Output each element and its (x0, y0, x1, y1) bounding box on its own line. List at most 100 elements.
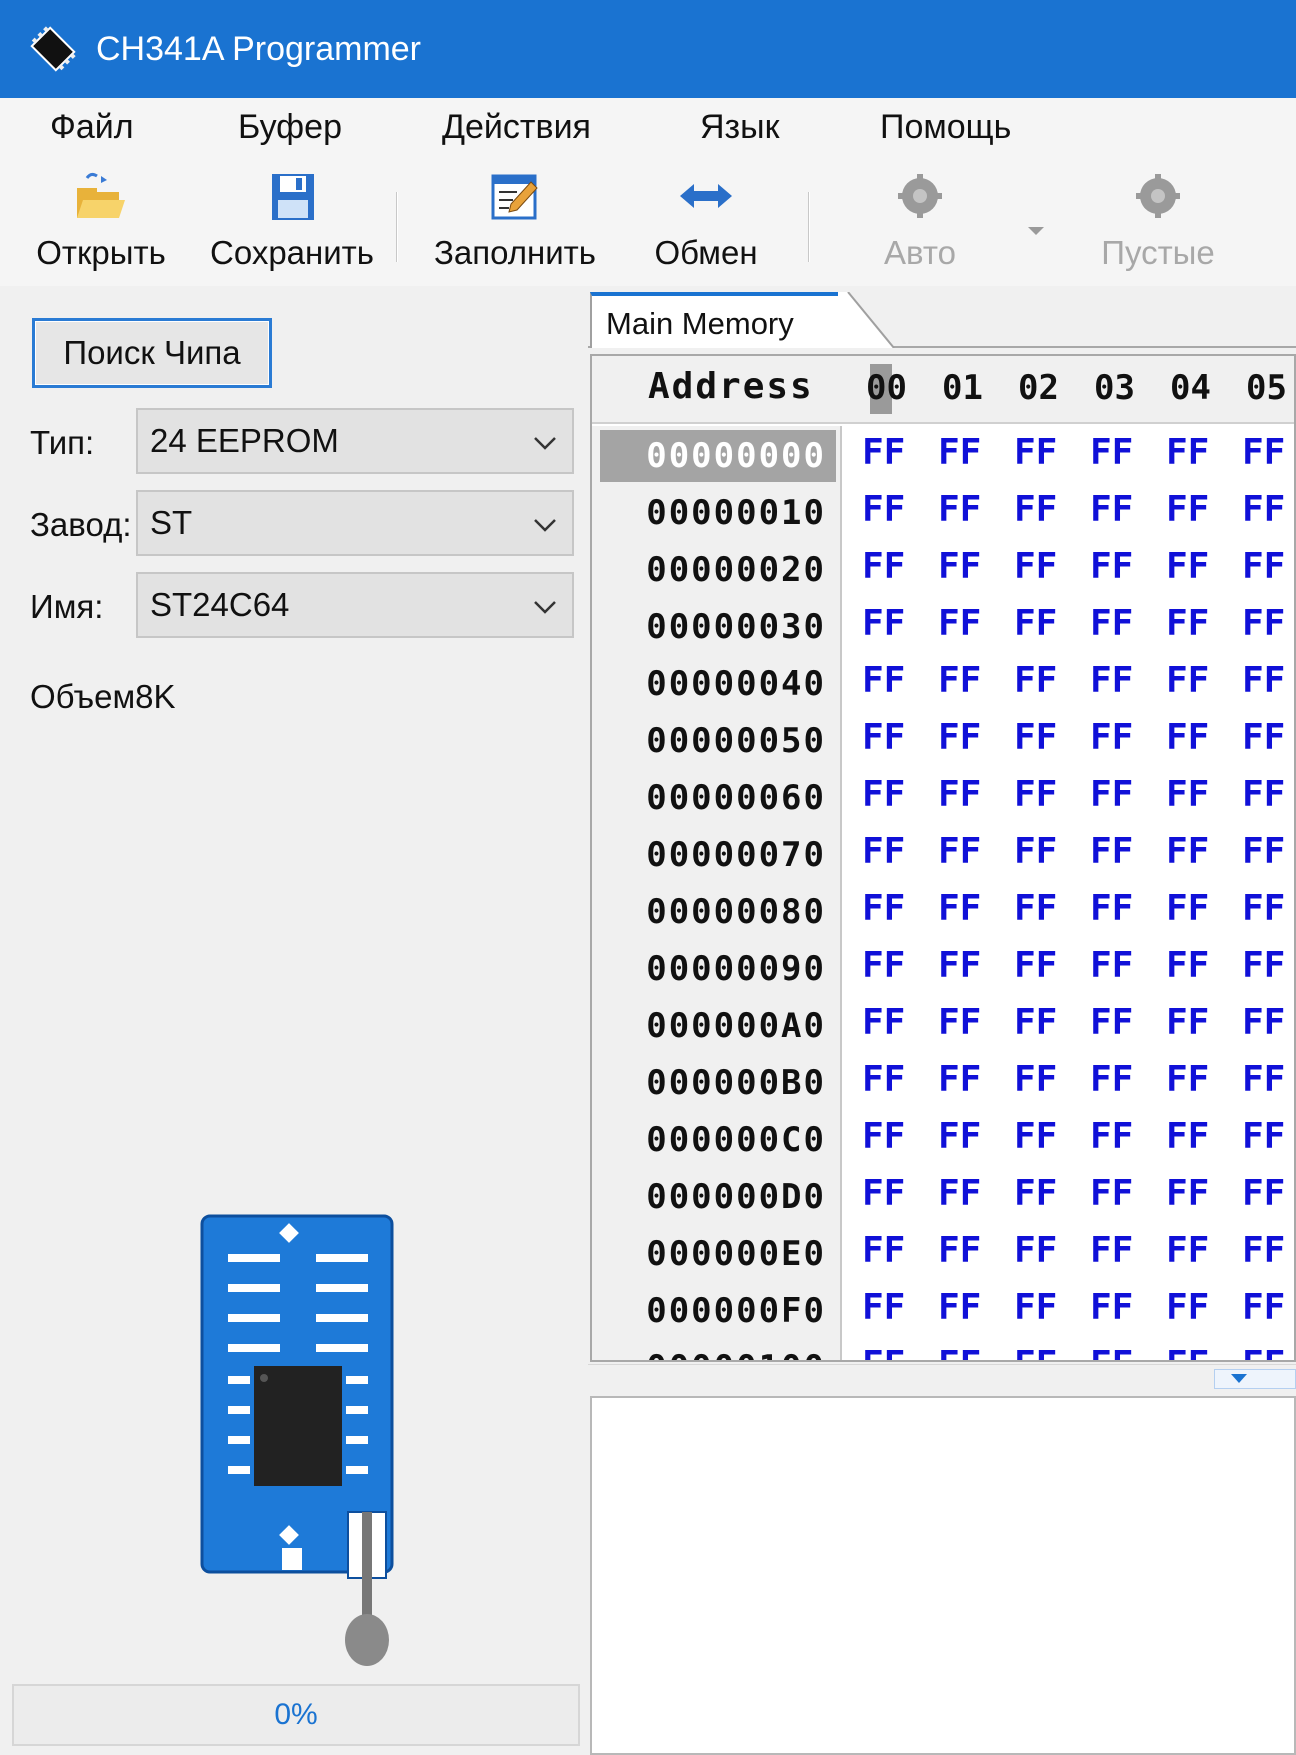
log-area[interactable] (590, 1396, 1296, 1755)
hex-cell[interactable]: FF (1166, 603, 1209, 644)
open-button[interactable]: Открыть (26, 162, 176, 282)
hex-cell[interactable]: FF (938, 888, 981, 929)
hex-cell[interactable]: FF (1242, 1287, 1285, 1328)
hex-cell[interactable]: FF (1014, 603, 1057, 644)
tab-main-memory[interactable]: Main Memory (590, 292, 840, 348)
hex-cell[interactable]: FF (1166, 774, 1209, 815)
hex-cell[interactable]: FF (1014, 489, 1057, 530)
hex-cell[interactable]: FF (1090, 1230, 1133, 1271)
hex-cell[interactable]: FF (1166, 432, 1209, 473)
hex-cell[interactable]: FF (1242, 717, 1285, 758)
hex-cell[interactable]: FF (1014, 774, 1057, 815)
hex-cell[interactable]: FF (862, 660, 905, 701)
hex-cell[interactable]: FF (862, 1116, 905, 1157)
hex-cell[interactable]: FF (938, 1287, 981, 1328)
hex-cell[interactable]: FF (1166, 888, 1209, 929)
hex-cell[interactable]: FF (1090, 1173, 1133, 1214)
hex-cell[interactable]: FF (1166, 660, 1209, 701)
hex-cell[interactable]: FF (1090, 888, 1133, 929)
hex-cell[interactable]: FF (1090, 945, 1133, 986)
hex-cell[interactable]: FF (938, 774, 981, 815)
hex-cell[interactable]: FF (1242, 546, 1285, 587)
hex-row[interactable]: 00000050 FF FF FF FF FF FF (592, 711, 1294, 768)
hex-cell[interactable]: FF (1090, 831, 1133, 872)
hex-cell[interactable]: FF (1166, 717, 1209, 758)
hex-cell[interactable]: FF (938, 432, 981, 473)
hex-cell[interactable]: FF (1014, 1230, 1057, 1271)
hex-cell[interactable]: FF (938, 1230, 981, 1271)
name-select[interactable]: ST24C64 (136, 572, 574, 638)
hex-cell[interactable]: FF (938, 489, 981, 530)
hex-cell[interactable]: FF (862, 432, 905, 473)
hex-cell[interactable]: FF (1242, 1002, 1285, 1043)
hex-cell[interactable]: FF (1242, 432, 1285, 473)
hex-row[interactable]: 00000010 FF FF FF FF FF FF (592, 483, 1294, 540)
hex-cell[interactable]: FF (862, 1344, 905, 1360)
hex-cell[interactable]: FF (1014, 717, 1057, 758)
hex-cell[interactable]: FF (1242, 489, 1285, 530)
hex-cell[interactable]: FF (862, 831, 905, 872)
hex-cell[interactable]: FF (938, 1116, 981, 1157)
scrollbar-thumb[interactable] (1214, 1369, 1296, 1389)
hex-row[interactable]: 00000060 FF FF FF FF FF FF (592, 768, 1294, 825)
hex-cell[interactable]: FF (1090, 1059, 1133, 1100)
search-chip-button[interactable]: Поиск Чипа (32, 318, 272, 388)
hex-cell[interactable]: FF (1014, 1173, 1057, 1214)
hex-cell[interactable]: FF (1166, 1344, 1209, 1360)
hex-cell[interactable]: FF (862, 1059, 905, 1100)
hex-cell[interactable]: FF (1166, 1116, 1209, 1157)
hex-row[interactable]: 00000000 FF FF FF FF FF FF (592, 426, 1294, 483)
type-select[interactable]: 24 EEPROM (136, 408, 574, 474)
hex-cell[interactable]: FF (1166, 546, 1209, 587)
hex-cell[interactable]: FF (938, 660, 981, 701)
hex-row[interactable]: 00000090 FF FF FF FF FF FF (592, 939, 1294, 996)
hex-cell[interactable]: FF (862, 945, 905, 986)
hex-cell[interactable]: FF (938, 1059, 981, 1100)
hex-cell[interactable]: FF (1166, 1059, 1209, 1100)
hex-cell[interactable]: FF (1090, 1287, 1133, 1328)
hex-cell[interactable]: FF (1166, 945, 1209, 986)
menu-actions[interactable]: Действия (436, 108, 597, 147)
hex-cell[interactable]: FF (1090, 774, 1133, 815)
hex-cell[interactable]: FF (1090, 1344, 1133, 1360)
swap-button[interactable]: Обмен (636, 162, 776, 282)
hex-cell[interactable]: FF (1014, 1059, 1057, 1100)
hex-cell[interactable]: FF (862, 546, 905, 587)
hex-cell[interactable]: FF (1242, 1344, 1285, 1360)
hex-cell[interactable]: FF (1090, 489, 1133, 530)
hex-cell[interactable]: FF (1014, 945, 1057, 986)
hex-cell[interactable]: FF (1242, 1230, 1285, 1271)
hex-cell[interactable]: FF (938, 831, 981, 872)
hex-cell[interactable]: FF (1166, 831, 1209, 872)
menu-buffer[interactable]: Буфер (232, 108, 348, 147)
hex-cell[interactable]: FF (1014, 1344, 1057, 1360)
hex-row[interactable]: 00000020 FF FF FF FF FF FF (592, 540, 1294, 597)
hex-row[interactable]: 000000A0 FF FF FF FF FF FF (592, 996, 1294, 1053)
hex-cell[interactable]: FF (1090, 660, 1133, 701)
hex-row[interactable]: 00000040 FF FF FF FF FF FF (592, 654, 1294, 711)
hex-cell[interactable]: FF (862, 489, 905, 530)
fill-button[interactable]: Заполнить (424, 162, 606, 282)
hex-cell[interactable]: FF (1014, 1002, 1057, 1043)
auto-button[interactable]: Авто (850, 162, 990, 282)
hex-cell[interactable]: FF (1014, 1116, 1057, 1157)
hex-cell[interactable]: FF (1090, 717, 1133, 758)
menu-file[interactable]: Файл (44, 108, 140, 147)
hex-row[interactable]: 000000E0 FF FF FF FF FF FF (592, 1224, 1294, 1281)
hex-cell[interactable]: FF (1090, 546, 1133, 587)
hex-cell[interactable]: FF (862, 717, 905, 758)
hex-cell[interactable]: FF (1090, 1002, 1133, 1043)
hex-cell[interactable]: FF (1014, 546, 1057, 587)
hex-row[interactable]: 000000B0 FF FF FF FF FF FF (592, 1053, 1294, 1110)
hex-cell[interactable]: FF (1242, 888, 1285, 929)
hex-cell[interactable]: FF (1014, 432, 1057, 473)
hex-cell[interactable]: FF (862, 1002, 905, 1043)
hex-cell[interactable]: FF (938, 546, 981, 587)
hex-cell[interactable]: FF (862, 1230, 905, 1271)
horizontal-scrollbar[interactable] (588, 1364, 1296, 1394)
hex-cell[interactable]: FF (1242, 1059, 1285, 1100)
hex-cell[interactable]: FF (938, 1344, 981, 1360)
hex-cell[interactable]: FF (862, 774, 905, 815)
hex-cell[interactable]: FF (938, 1173, 981, 1214)
hex-editor[interactable]: Address 00 01 02 03 04 05 00000000 FF FF FF… (590, 354, 1296, 1362)
